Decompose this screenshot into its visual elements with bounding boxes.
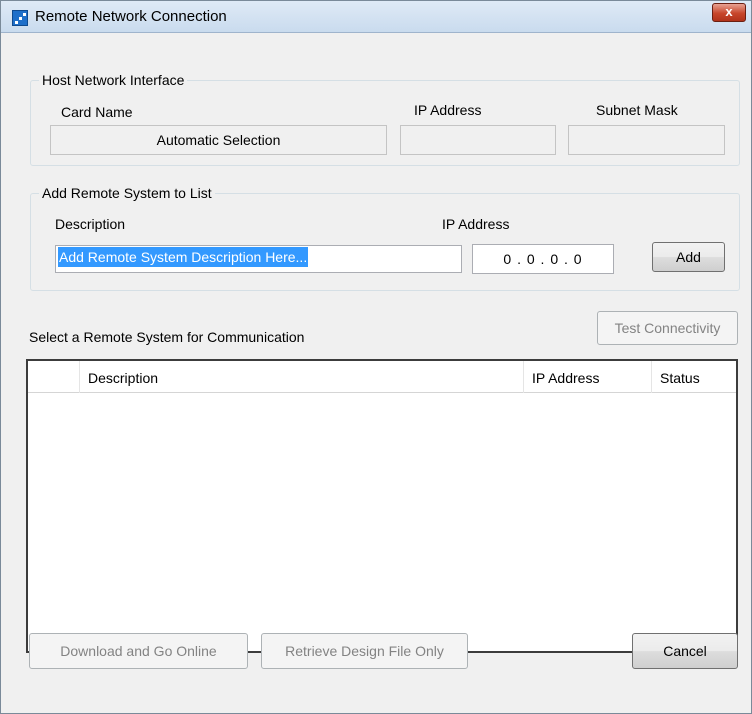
close-icon: x — [725, 4, 733, 19]
host-network-interface-legend: Host Network Interface — [39, 72, 188, 88]
host-ip-address-field — [400, 125, 556, 155]
window-title: Remote Network Connection — [35, 8, 227, 25]
subnet-mask-field — [568, 125, 725, 155]
cancel-button[interactable]: Cancel — [632, 633, 738, 669]
title-bar[interactable]: Remote Network Connection x — [1, 1, 751, 33]
column-header-ip-address[interactable]: IP Address — [524, 361, 652, 393]
remote-description-input[interactable]: Add Remote System Description Here... — [55, 245, 462, 273]
add-button[interactable]: Add — [652, 242, 725, 272]
column-header-description[interactable]: Description — [80, 361, 524, 393]
subnet-mask-label: Subnet Mask — [596, 102, 678, 118]
select-remote-system-label: Select a Remote System for Communication — [29, 329, 305, 345]
remote-ip-address-input[interactable]: 0 . 0 . 0 . 0 — [472, 244, 614, 274]
list-header: Description IP Address Status — [28, 361, 736, 393]
test-connectivity-button[interactable]: Test Connectivity — [597, 311, 738, 345]
remote-description-value: Add Remote System Description Here... — [58, 247, 309, 267]
description-label: Description — [55, 216, 126, 232]
close-button[interactable]: x — [712, 3, 746, 22]
remote-network-connection-dialog: Remote Network Connection x Host Network… — [0, 0, 752, 714]
card-name-field[interactable]: Automatic Selection — [50, 125, 387, 155]
column-header-status[interactable]: Status — [652, 361, 736, 393]
add-remote-system-group: Add Remote System to List Description IP… — [30, 185, 740, 291]
host-ip-address-label: IP Address — [414, 102, 482, 118]
add-remote-system-legend: Add Remote System to List — [39, 185, 215, 201]
host-network-interface-group: Host Network Interface Card Name IP Addr… — [30, 72, 740, 166]
column-header-select[interactable] — [28, 361, 80, 393]
retrieve-design-file-only-button[interactable]: Retrieve Design File Only — [261, 633, 468, 669]
remote-systems-list[interactable]: Description IP Address Status — [26, 359, 738, 653]
card-name-label: Card Name — [61, 104, 133, 120]
network-app-icon — [12, 10, 28, 26]
download-and-go-online-button[interactable]: Download and Go Online — [29, 633, 248, 669]
add-ip-address-label: IP Address — [442, 216, 510, 232]
